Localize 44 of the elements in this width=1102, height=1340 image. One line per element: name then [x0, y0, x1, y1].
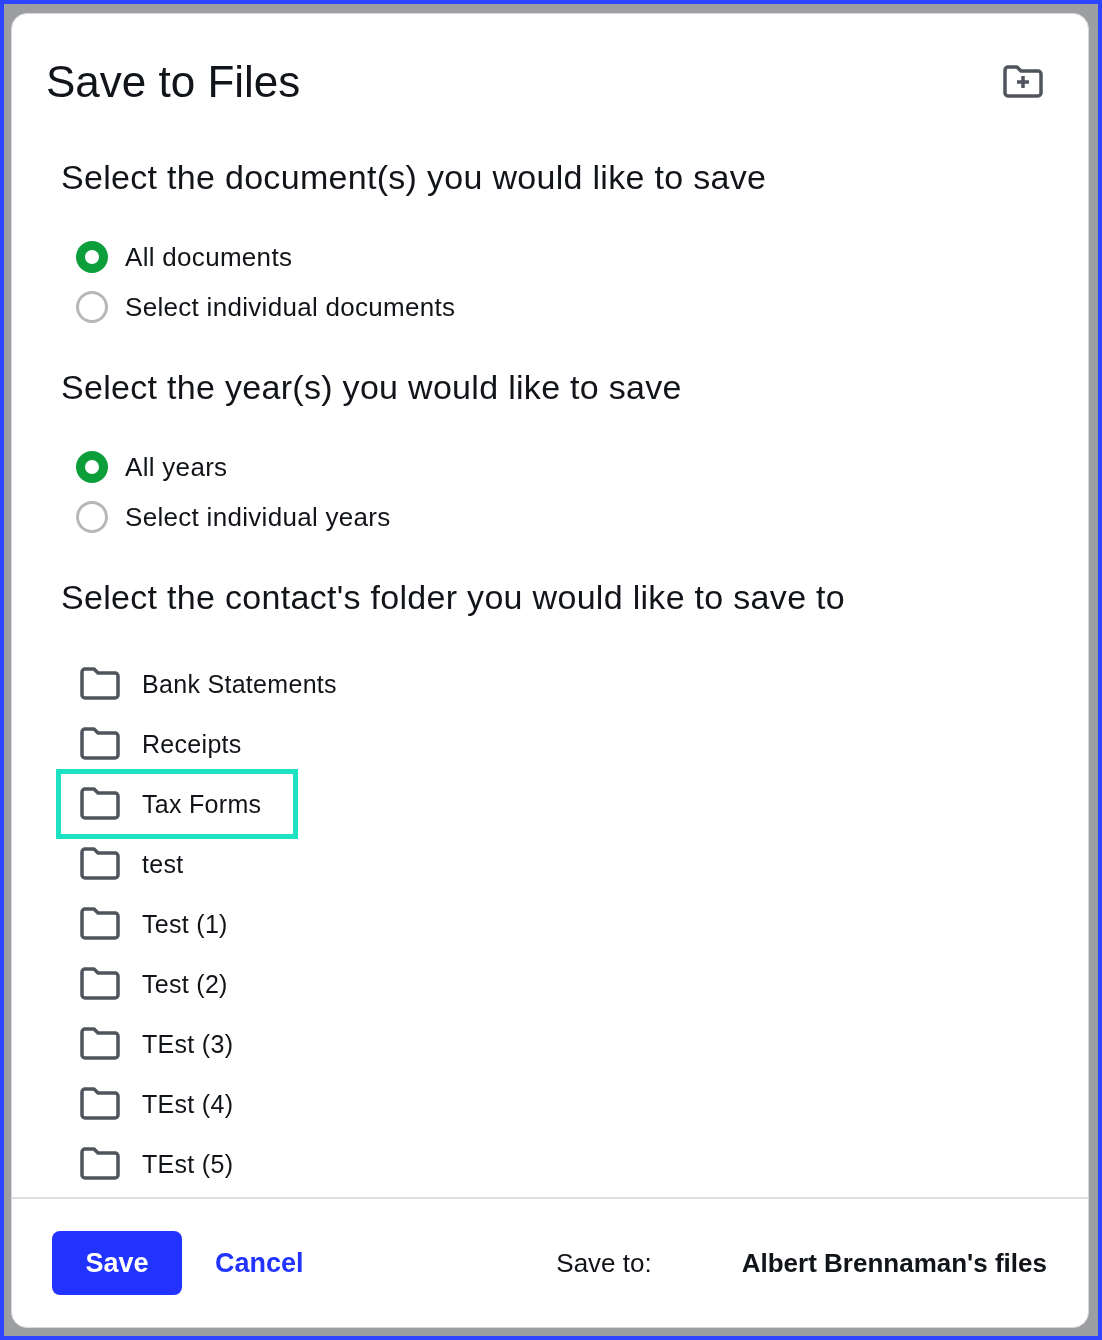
folder-item[interactable]: Test (2) [61, 954, 260, 1014]
new-folder-icon[interactable] [1002, 65, 1044, 99]
folder-name: Test (2) [142, 969, 228, 999]
folder-item[interactable]: Bank Statements [61, 654, 369, 714]
folder-item[interactable]: TEst (5) [61, 1134, 266, 1194]
save-button[interactable]: Save [52, 1231, 182, 1295]
folder-icon [79, 1087, 121, 1121]
folder-item[interactable]: Receipts [61, 714, 274, 774]
radio-label[interactable]: All documents [125, 241, 293, 273]
folder-icon [79, 1147, 121, 1181]
folder-icon [79, 667, 121, 701]
radio-label[interactable]: All years [125, 451, 228, 483]
section-heading: Select the year(s) you would like to save [61, 367, 683, 408]
folder-icon [79, 967, 121, 1001]
folder-item[interactable]: TEst (4) [61, 1074, 266, 1134]
destination-label: Save to: [556, 1247, 652, 1279]
section-heading: Select the contact's folder you would like to save to [61, 577, 847, 618]
folder-item[interactable]: test [61, 834, 216, 894]
radio-button[interactable] [76, 501, 108, 533]
folder-icon [79, 787, 121, 821]
folder-name: Tax Forms [142, 789, 262, 819]
cancel-link[interactable]: Cancel [215, 1247, 304, 1279]
radio-label[interactable]: Select individual documents [125, 291, 456, 323]
folder-name: TEst (3) [142, 1029, 234, 1059]
dialog-title: Save to Files [46, 56, 301, 108]
radio-button[interactable] [76, 241, 108, 273]
radio-button[interactable] [76, 451, 108, 483]
folder-name: Test (1) [142, 909, 228, 939]
folder-icon [79, 907, 121, 941]
folder-name: TEst (4) [142, 1089, 234, 1119]
folder-name: TEst (5) [142, 1149, 234, 1179]
folder-name: Bank Statements [142, 669, 337, 699]
radio-button[interactable] [76, 291, 108, 323]
radio-label[interactable]: Select individual years [125, 501, 391, 533]
section-heading: Select the document(s) you would like to save [61, 157, 768, 198]
folder-item[interactable]: Tax Forms [61, 774, 294, 834]
folder-icon [79, 847, 121, 881]
folder-icon [79, 727, 121, 761]
folder-icon [79, 1027, 121, 1061]
folder-item[interactable]: Test (1) [61, 894, 260, 954]
folder-item[interactable]: TEst (3) [61, 1014, 266, 1074]
folder-name: Receipts [142, 729, 242, 759]
folder-name: test [142, 849, 184, 879]
destination-name: Albert Brennaman's files [741, 1247, 1047, 1279]
